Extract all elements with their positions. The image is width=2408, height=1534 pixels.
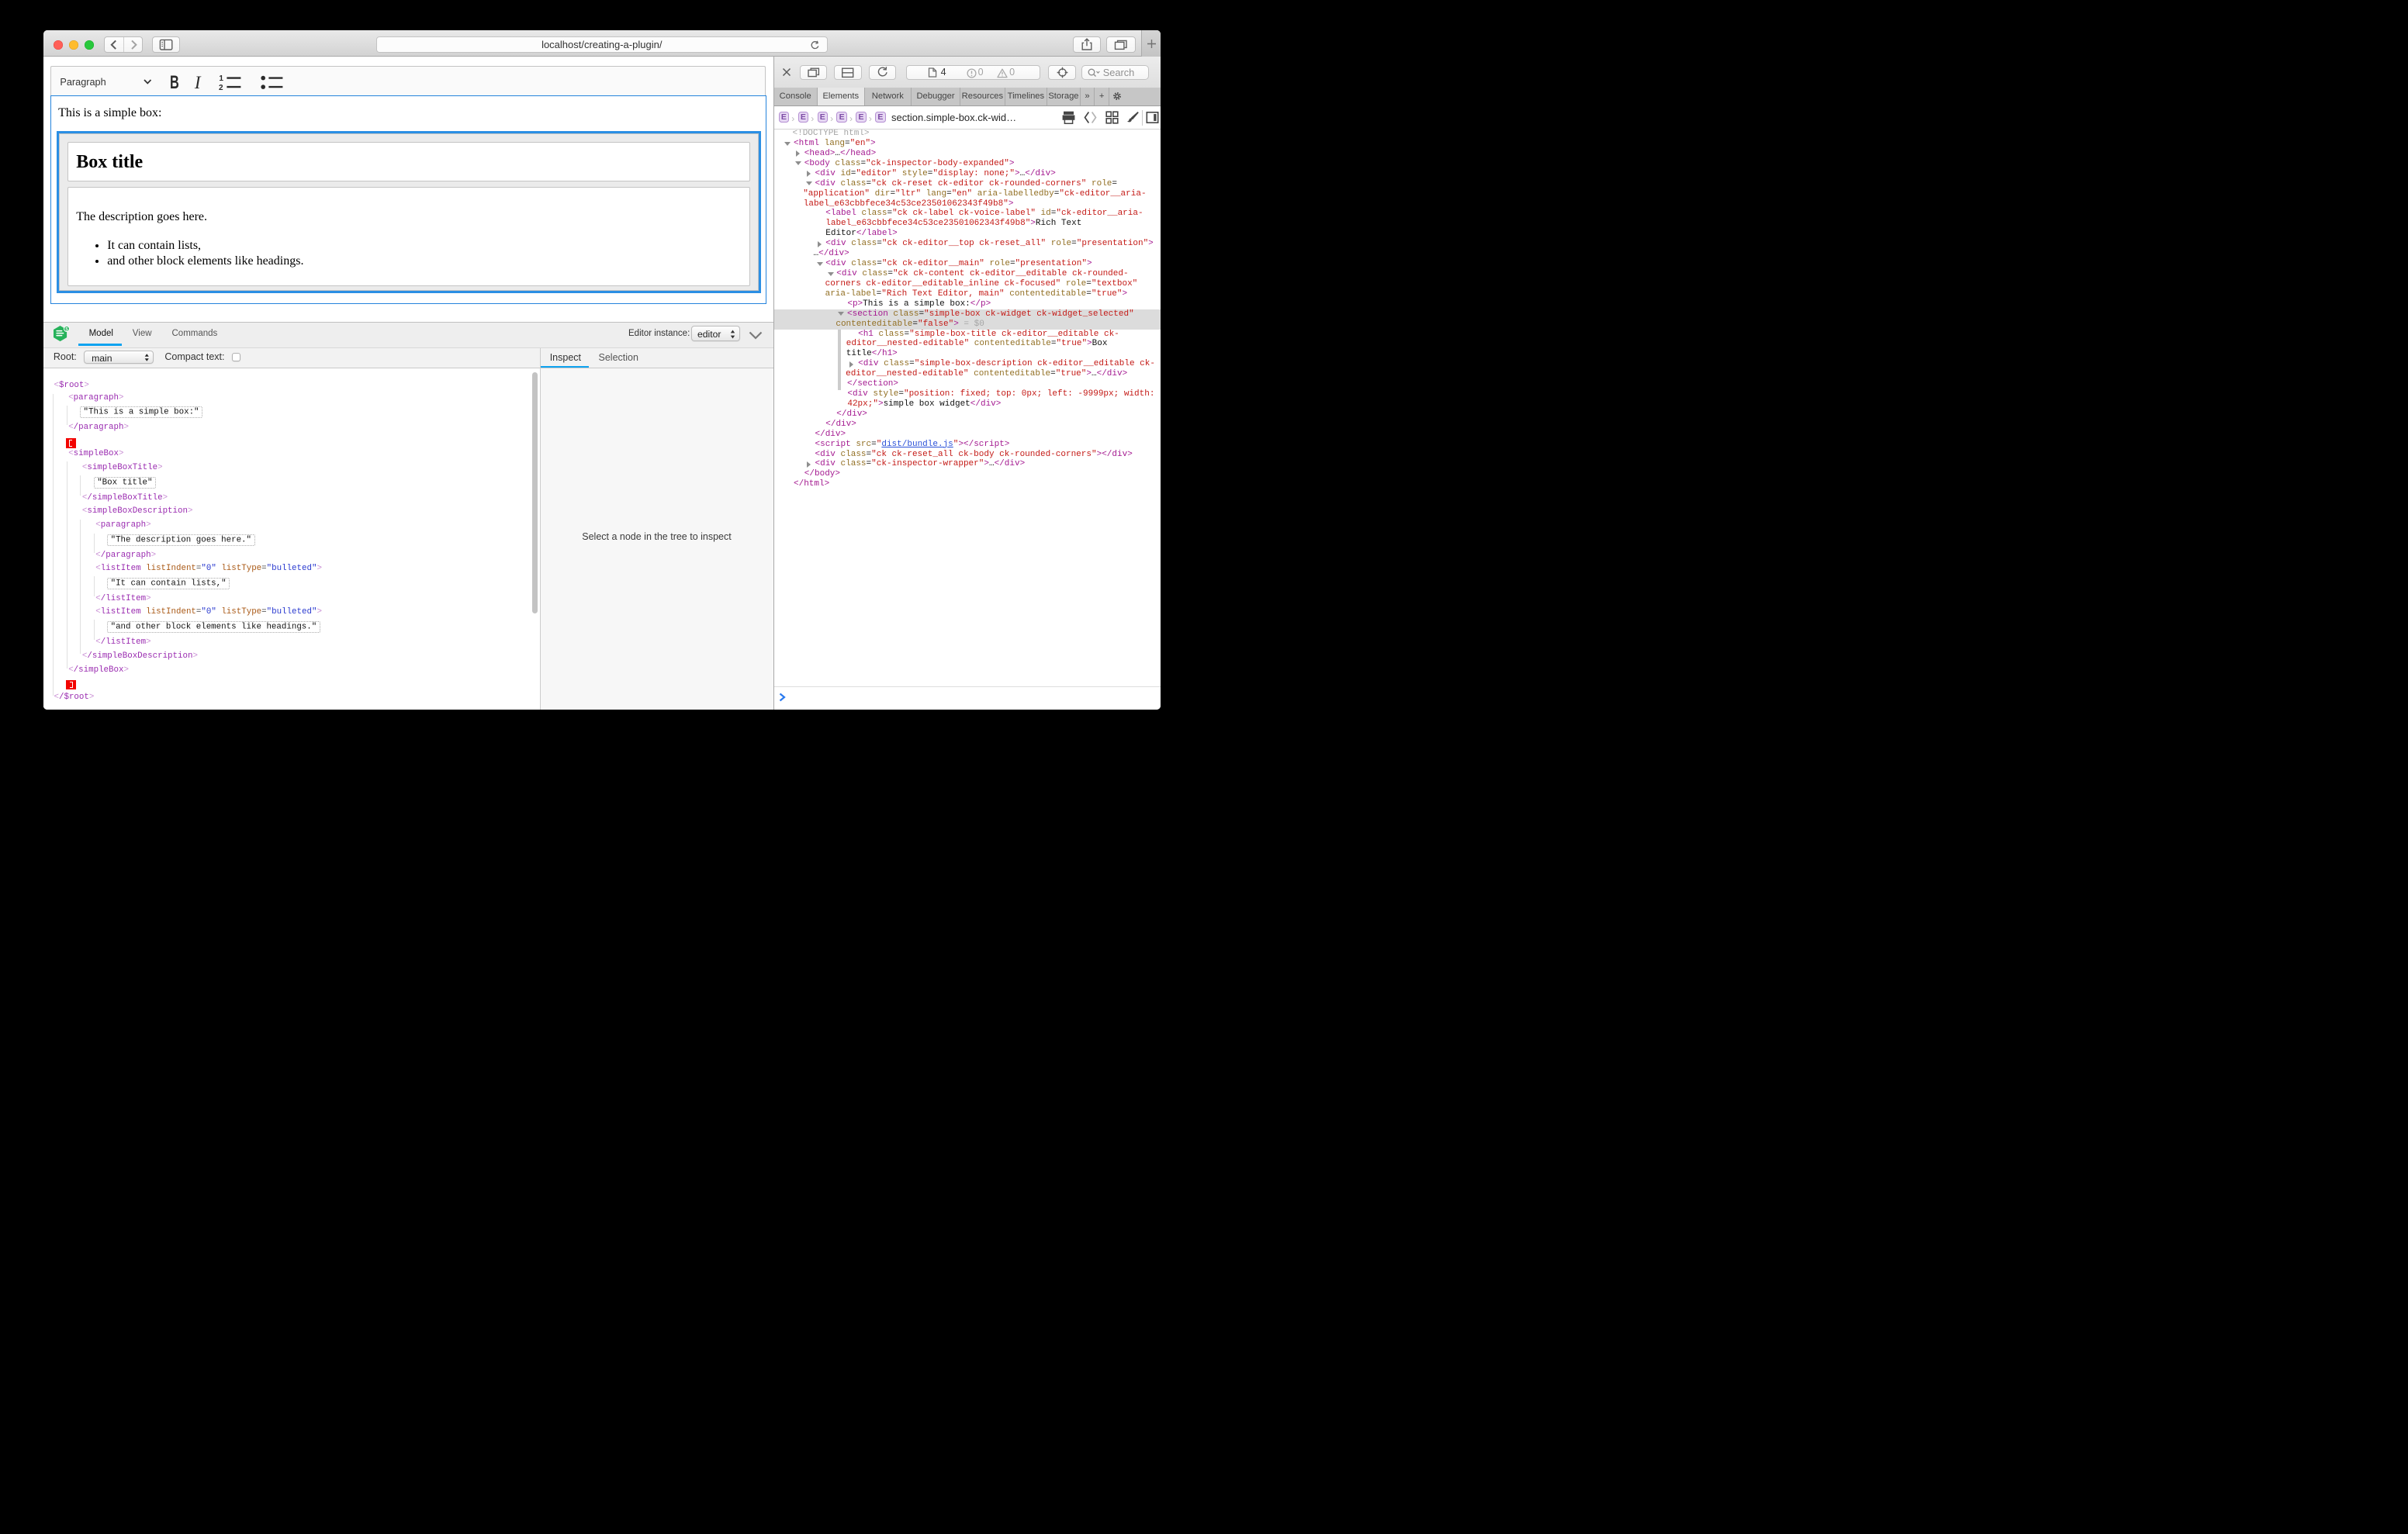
svg-text:1: 1 [219,74,223,83]
svg-text:2: 2 [219,84,223,91]
